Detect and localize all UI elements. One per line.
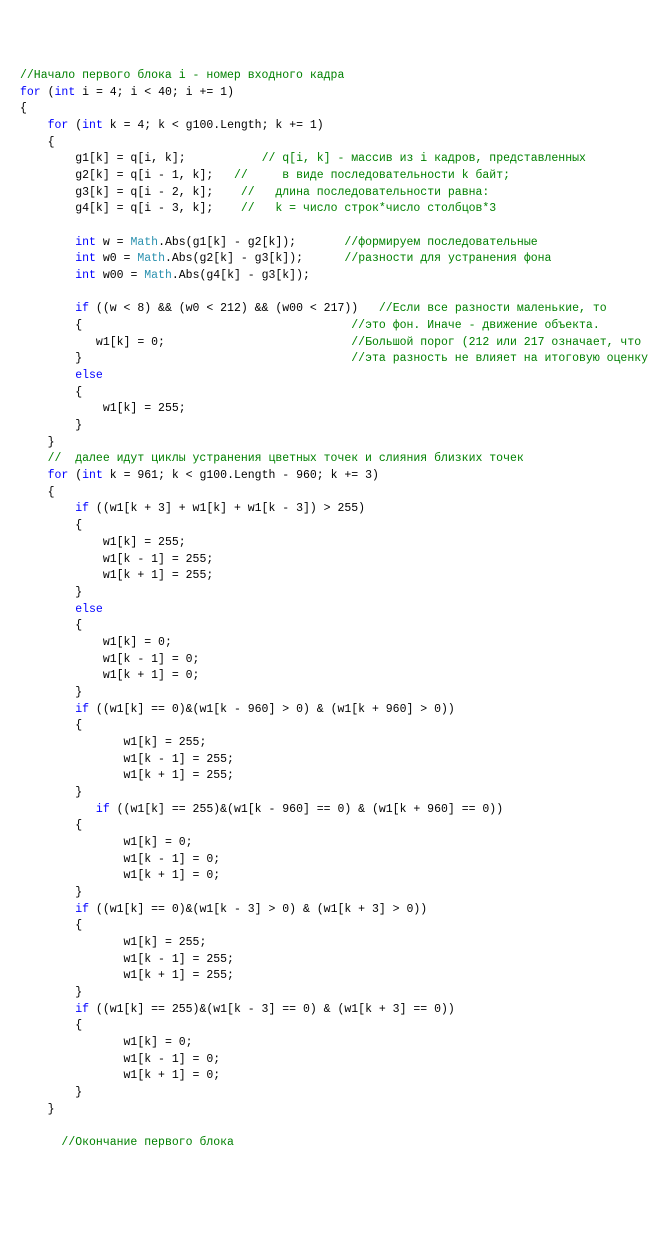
keyword-if: if xyxy=(75,302,89,315)
code-text: w1[k] = 255; xyxy=(103,536,186,549)
code-text: w1[k] = 255; xyxy=(103,402,186,415)
code-text: .Abs(g2[k] - g3[k]); xyxy=(165,252,303,265)
brace: } xyxy=(75,986,82,999)
code-text: w1[k + 1] = 0; xyxy=(103,669,200,682)
comment: //Окончание первого блока xyxy=(61,1136,234,1149)
code-text: g4[k] = q[i - 3, k]; xyxy=(75,202,213,215)
code-text: g1[k] = q[i, k]; xyxy=(75,152,185,165)
brace: { xyxy=(75,719,82,732)
keyword-else: else xyxy=(75,369,103,382)
code-text: w1[k] = 0; xyxy=(96,336,165,349)
code-text: w1[k + 1] = 0; xyxy=(124,869,221,882)
keyword-int: int xyxy=(82,119,103,132)
code-text: w1[k - 1] = 0; xyxy=(124,1053,221,1066)
code-text: w1[k] = 0; xyxy=(124,1036,193,1049)
brace: } xyxy=(75,419,82,432)
code-text: w1[k - 1] = 255; xyxy=(103,553,213,566)
code-text: w1[k] = 0; xyxy=(124,836,193,849)
code-text: w1[k + 1] = 255; xyxy=(124,769,234,782)
brace: { xyxy=(75,519,82,532)
brace: } xyxy=(75,886,82,899)
brace: } xyxy=(48,436,55,449)
brace: { xyxy=(48,136,55,149)
code-text: i = 4; i < 40; i += 1) xyxy=(75,86,234,99)
comment: //разности для устранения фона xyxy=(344,252,551,265)
keyword-if: if xyxy=(75,502,89,515)
brace: } xyxy=(75,1086,82,1099)
keyword-else: else xyxy=(75,603,103,616)
brace: { xyxy=(75,319,82,332)
keyword-int: int xyxy=(55,86,76,99)
keyword-int: int xyxy=(75,236,96,249)
code-text: w1[k - 1] = 255; xyxy=(124,953,234,966)
code-text: ((w1[k] == 0)&(w1[k - 3] > 0) & (w1[k + … xyxy=(89,903,427,916)
brace: { xyxy=(48,486,55,499)
brace: } xyxy=(75,786,82,799)
keyword-int: int xyxy=(82,469,103,482)
type-math: Math xyxy=(144,269,172,282)
comment: //Начало первого блока i - номер входног… xyxy=(20,69,344,82)
keyword-int: int xyxy=(75,269,96,282)
code-text: w = xyxy=(96,236,131,249)
brace: } xyxy=(75,686,82,699)
code-text: ((w1[k + 3] + w1[k] + w1[k - 3]) > 255) xyxy=(89,502,365,515)
brace: { xyxy=(20,102,27,115)
brace: { xyxy=(75,819,82,832)
code-text: w1[k] = 0; xyxy=(103,636,172,649)
code-text: .Abs(g4[k] - g3[k]); xyxy=(172,269,310,282)
code-text: w1[k] = 255; xyxy=(124,936,207,949)
comment: // q[i, k] - массив из i кадров, предста… xyxy=(262,152,586,165)
code-text: ( xyxy=(41,86,55,99)
code-text: w0 = xyxy=(96,252,137,265)
code-text: ((w1[k] == 255)&(w1[k - 3] == 0) & (w1[k… xyxy=(89,1003,455,1016)
comment: // длина последовательности равна: xyxy=(241,186,489,199)
keyword-for: for xyxy=(48,469,69,482)
type-math: Math xyxy=(137,252,165,265)
code-text: w1[k + 1] = 255; xyxy=(103,569,213,582)
code-text: w1[k + 1] = 255; xyxy=(124,969,234,982)
keyword-if: if xyxy=(75,703,89,716)
type-math: Math xyxy=(130,236,158,249)
comment: // k = число строк*число столбцов*3 xyxy=(241,202,496,215)
code-text: w1[k] = 255; xyxy=(124,736,207,749)
code-text: w1[k - 1] = 255; xyxy=(124,753,234,766)
code-text: w1[k - 1] = 0; xyxy=(103,653,200,666)
code-text: k = 4; k < g100.Length; k += 1) xyxy=(103,119,324,132)
comment: // далее идут циклы устранения цветных т… xyxy=(48,452,524,465)
code-text: ((w1[k] == 255)&(w1[k - 960] == 0) & (w1… xyxy=(110,803,503,816)
code-text: k = 961; k < g100.Length - 960; k += 3) xyxy=(103,469,379,482)
code-text: w1[k - 1] = 0; xyxy=(124,853,221,866)
code-text: ((w1[k] == 0)&(w1[k - 960] > 0) & (w1[k … xyxy=(89,703,455,716)
comment: //Большой порог (212 или 217 означает, ч… xyxy=(351,336,641,349)
comment: //Если все разности маленькие, то xyxy=(379,302,607,315)
keyword-int: int xyxy=(75,252,96,265)
brace: } xyxy=(48,1103,55,1116)
code-block: //Начало первого блока i - номер входног… xyxy=(20,68,628,1152)
brace: } xyxy=(75,352,82,365)
code-text: g3[k] = q[i - 2, k]; xyxy=(75,186,213,199)
brace: { xyxy=(75,1019,82,1032)
comment: //формируем последовательные xyxy=(344,236,537,249)
code-text: .Abs(g1[k] - g2[k]); xyxy=(158,236,296,249)
keyword-for: for xyxy=(20,86,41,99)
keyword-for: for xyxy=(48,119,69,132)
comment: //эта разность не влияет на итоговую оце… xyxy=(351,352,648,365)
code-text: w00 = xyxy=(96,269,144,282)
keyword-if: if xyxy=(75,903,89,916)
brace: } xyxy=(75,586,82,599)
comment: // в виде последовательности k байт; xyxy=(234,169,510,182)
code-text: w1[k + 1] = 0; xyxy=(124,1069,221,1082)
brace: { xyxy=(75,919,82,932)
code-text: g2[k] = q[i - 1, k]; xyxy=(75,169,213,182)
keyword-if: if xyxy=(75,1003,89,1016)
brace: { xyxy=(75,619,82,632)
code-text: ((w < 8) && (w0 < 212) && (w00 < 217)) xyxy=(89,302,358,315)
brace: { xyxy=(75,386,82,399)
keyword-if: if xyxy=(96,803,110,816)
comment: //это фон. Иначе - движение объекта. xyxy=(351,319,599,332)
